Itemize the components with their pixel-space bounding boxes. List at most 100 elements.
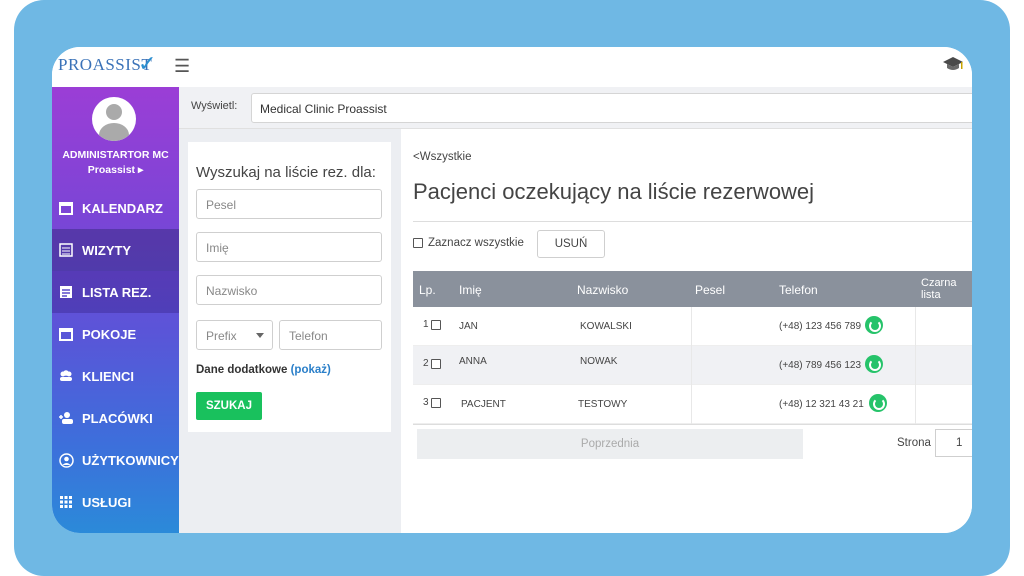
chevron-down-icon xyxy=(256,333,264,338)
header-blacklist-line2: lista xyxy=(921,289,941,301)
header-last-name: Nazwisko xyxy=(577,283,629,297)
document-icon xyxy=(58,284,74,300)
prefix-placeholder: Prefix xyxy=(206,329,237,343)
row-phone: (+48) 12 321 43 21 xyxy=(779,399,864,410)
row-lp: 3 xyxy=(423,397,429,408)
header-first-name: Imię xyxy=(459,283,482,297)
calendar-icon xyxy=(58,326,74,342)
column-divider xyxy=(691,307,692,424)
extra-data-row: Dane dodatkowe (pokaż) xyxy=(196,364,331,376)
user-circle-icon xyxy=(58,452,74,468)
sidebar-item-label: WIZYTY xyxy=(82,242,132,258)
page-title: Pacjenci oczekujący na liście rezerwowej xyxy=(413,179,815,204)
header-phone: Telefon xyxy=(779,283,818,297)
sidebar-item-label: POKOJE xyxy=(82,326,137,342)
calendar-icon xyxy=(58,200,74,216)
sidebar-item-label: KLIENCI xyxy=(82,368,134,384)
search-panel: Wyszukaj na liście rez. dla: Pesel Imię … xyxy=(188,142,391,432)
show-extra-link[interactable]: (pokaż) xyxy=(291,364,331,376)
table-row[interactable]: 2 ANNA NOWAK (+48) 789 456 123 xyxy=(413,346,972,385)
row-first-name: PACJENT xyxy=(461,399,506,410)
row-last-name: NOWAK xyxy=(580,356,618,367)
user-name: ADMINISTARTOR MC xyxy=(62,149,169,161)
sidebar-item-label: USŁUGI xyxy=(82,494,132,510)
pesel-field[interactable]: Pesel xyxy=(196,189,382,219)
select-all-row[interactable]: Zaznacz wszystkie xyxy=(413,237,524,249)
divider xyxy=(413,221,972,222)
row-number: 1 xyxy=(423,319,441,330)
person-add-icon xyxy=(58,410,74,426)
search-area: Wyszukaj na liście rez. dla: Pesel Imię … xyxy=(179,129,401,533)
sidebar-item-label: KALENDARZ xyxy=(82,200,163,216)
whatsapp-icon[interactable] xyxy=(869,394,887,412)
grid-icon xyxy=(58,494,74,510)
avatar[interactable] xyxy=(92,97,136,141)
row-phone: (+48) 123 456 789 xyxy=(779,321,862,332)
top-bar: PROASSIST ✓ ☰ xyxy=(52,47,972,87)
search-button[interactable]: SZUKAJ xyxy=(196,392,262,420)
row-lp: 1 xyxy=(423,319,429,330)
graduation-cap-icon[interactable] xyxy=(942,53,964,75)
row-lp: 2 xyxy=(423,358,429,369)
user-profile: ADMINISTARTOR MC Proassist ▸ xyxy=(52,87,179,187)
whatsapp-icon[interactable] xyxy=(865,355,883,373)
sidebar: ADMINISTARTOR MC Proassist ▸ KALENDARZ W… xyxy=(52,87,179,533)
select-all-label: Zaznacz wszystkie xyxy=(428,237,524,249)
row-number: 3 xyxy=(423,397,441,408)
whatsapp-icon[interactable] xyxy=(865,316,883,334)
last-name-field[interactable]: Nazwisko xyxy=(196,275,382,305)
row-checkbox[interactable] xyxy=(430,358,441,369)
sidebar-item-kalendarz[interactable]: KALENDARZ xyxy=(52,187,179,229)
app-window: PROASSIST ✓ ☰ ADMINISTARTOR MC Proassist… xyxy=(52,47,972,533)
pagination: Poprzednia Strona 1 xyxy=(413,424,972,462)
sidebar-item-lista-rez[interactable]: LISTA REZ. xyxy=(52,271,179,313)
clinic-select[interactable]: Medical Clinic Proassist xyxy=(251,93,972,123)
extra-data-label: Dane dodatkowe xyxy=(196,364,288,376)
row-checkbox[interactable] xyxy=(430,397,441,408)
search-title: Wyszukaj na liście rez. dla: xyxy=(196,164,376,181)
row-checkbox[interactable] xyxy=(430,319,441,330)
page-label: Strona xyxy=(897,437,931,449)
previous-page-button[interactable]: Poprzednia xyxy=(417,429,803,459)
delete-button[interactable]: USUŃ xyxy=(537,230,605,258)
header-lp: Lp. xyxy=(419,283,436,297)
row-first-name: ANNA xyxy=(459,356,487,367)
row-last-name: KOWALSKI xyxy=(580,321,632,332)
avatar-body-shape xyxy=(99,123,129,141)
avatar-head-shape xyxy=(106,104,122,120)
select-all-checkbox[interactable] xyxy=(413,238,423,248)
back-all-link[interactable]: <Wszystkie xyxy=(413,151,471,163)
row-last-name: TESTOWY xyxy=(578,399,628,410)
phone-field[interactable]: Telefon xyxy=(279,320,382,350)
table-row[interactable]: 1 JAN KOWALSKI (+48) 123 456 789 xyxy=(413,307,972,346)
row-first-name: JAN xyxy=(459,321,478,332)
sidebar-item-label: LISTA REZ. xyxy=(82,284,152,300)
page-number-input[interactable]: 1 xyxy=(935,429,972,457)
list-icon xyxy=(58,242,74,258)
user-clinic-link[interactable]: Proassist ▸ xyxy=(52,164,179,176)
sidebar-item-pokoje[interactable]: POKOJE xyxy=(52,313,179,355)
sidebar-item-uslugi[interactable]: USŁUGI xyxy=(52,481,179,523)
main-content: <Wszystkie Pacjenci oczekujący na liście… xyxy=(401,129,972,533)
display-label: Wyświetl: xyxy=(191,100,238,112)
header-blacklist: Czarna lista xyxy=(921,277,956,301)
table-row[interactable]: 3 PACJENT TESTOWY (+48) 12 321 43 21 xyxy=(413,385,972,424)
sidebar-item-label: PLACÓWKI xyxy=(82,410,153,426)
table-header: Lp. Imię Nazwisko Pesel Telefon Czarna l… xyxy=(413,271,972,307)
sidebar-item-uzytkownicy[interactable]: UŻYTKOWNICY xyxy=(52,439,179,481)
checkmark-logo-icon: ✓ xyxy=(138,51,157,76)
sidebar-item-wizyty[interactable]: WIZYTY xyxy=(52,229,179,271)
first-name-field[interactable]: Imię xyxy=(196,232,382,262)
row-phone: (+48) 789 456 123 xyxy=(779,360,862,371)
column-divider xyxy=(915,307,916,424)
header-blacklist-line1: Czarna xyxy=(921,277,957,289)
sidebar-item-label: UŻYTKOWNICY xyxy=(82,452,179,468)
header-pesel: Pesel xyxy=(695,283,726,297)
display-row: Wyświetl: Medical Clinic Proassist xyxy=(179,87,972,129)
hamburger-menu-icon[interactable]: ☰ xyxy=(174,56,190,77)
users-icon xyxy=(58,368,74,384)
prefix-select[interactable]: Prefix xyxy=(196,320,273,350)
sidebar-item-placowki[interactable]: PLACÓWKI xyxy=(52,397,179,439)
row-number: 2 xyxy=(423,358,441,369)
sidebar-item-klienci[interactable]: KLIENCI xyxy=(52,355,179,397)
